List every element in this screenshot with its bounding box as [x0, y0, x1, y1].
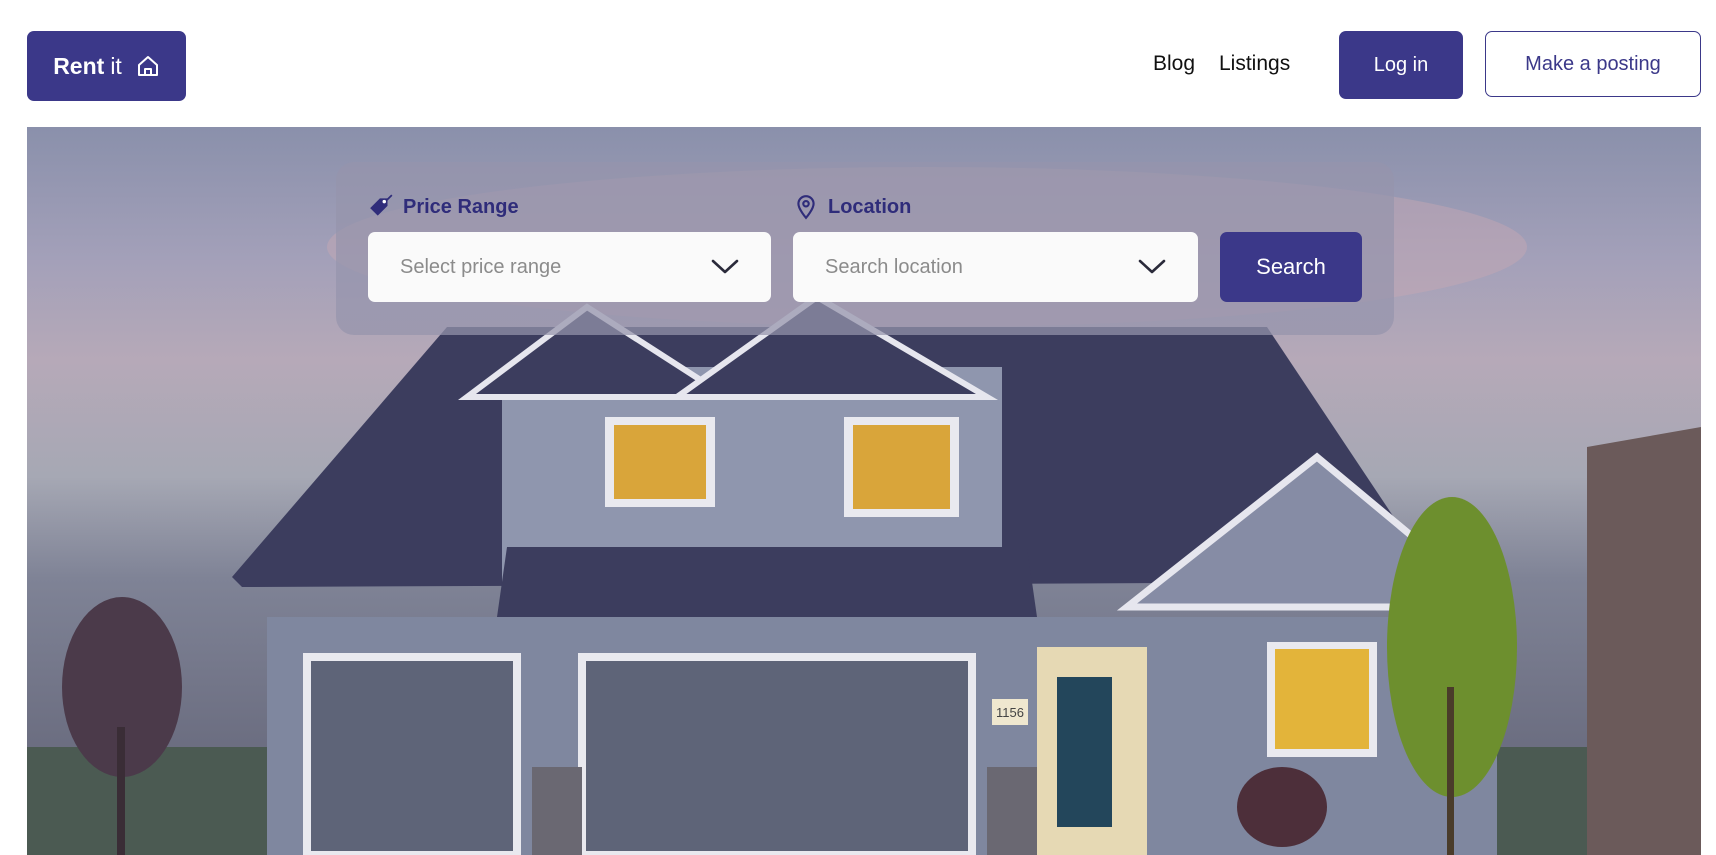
logo-button[interactable]: Rent it: [27, 31, 186, 101]
chevron-down-icon: [711, 259, 739, 274]
make-posting-button[interactable]: Make a posting: [1485, 31, 1701, 97]
location-label-text: Location: [828, 195, 912, 218]
location-placeholder: Search location: [825, 255, 963, 278]
price-tag-icon: [370, 194, 393, 216]
search-panel: Price Range Location Select price range …: [336, 162, 1394, 335]
hero-banner: 1156 Price Range Location Select price r…: [27, 127, 1701, 855]
price-range-select[interactable]: Select price range: [368, 232, 771, 302]
login-button[interactable]: Log in: [1339, 31, 1463, 99]
logo-text-strong: Rent: [53, 52, 105, 79]
nav-link-listings[interactable]: Listings: [1219, 52, 1290, 76]
location-select[interactable]: Search location: [793, 232, 1198, 302]
price-range-placeholder: Select price range: [400, 255, 562, 278]
map-pin-icon: [797, 195, 815, 220]
nav-link-blog[interactable]: Blog: [1153, 52, 1195, 76]
location-label: Location: [793, 194, 911, 220]
house-number: 1156: [996, 705, 1024, 720]
house-icon: [137, 56, 158, 76]
price-range-label: Price Range: [368, 194, 519, 220]
search-button[interactable]: Search: [1220, 232, 1362, 302]
logo-text-light: it: [110, 52, 122, 79]
price-range-label-text: Price Range: [403, 195, 519, 218]
chevron-down-icon: [1138, 259, 1166, 274]
